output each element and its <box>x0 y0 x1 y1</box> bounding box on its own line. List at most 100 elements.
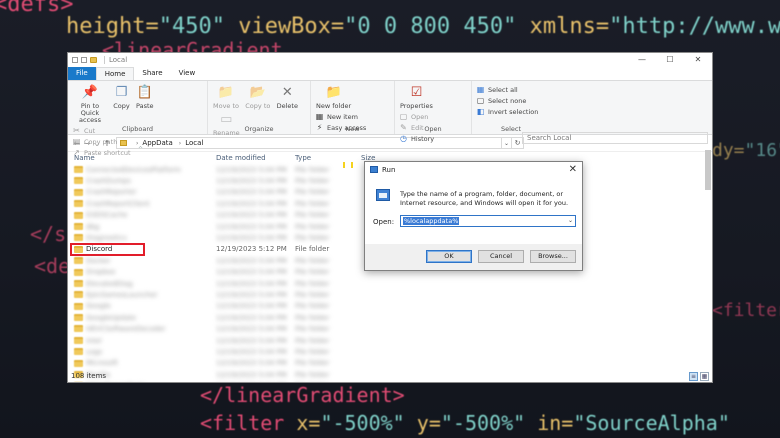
file-row[interactable]: ElevatedDiag 12/19/2023 5:04 PM File folde… <box>72 278 372 289</box>
yellow-marks <box>343 162 359 168</box>
file-row[interactable]: Logs 12/19/2023 5:04 PM File folder <box>72 346 372 357</box>
chevron-down-icon[interactable]: ⌄ <box>568 216 573 226</box>
file-row[interactable]: CrashReportClient 12/19/2023 5:04 PM File … <box>72 198 372 209</box>
clipboard-group: 📌 Pin to Quick access ❐ Copy 📋 Paste ✂ Cu… <box>68 81 208 157</box>
file-type: File folder <box>295 222 330 231</box>
folder-icon <box>74 222 83 230</box>
group-label: Open <box>424 125 442 133</box>
file-date: 12/19/2023 5:04 PM <box>216 359 287 368</box>
delete-button[interactable]: ✕ Delete <box>277 83 298 110</box>
quick-access-check-icon[interactable] <box>81 57 87 63</box>
history-button[interactable]: ◷ History <box>399 133 434 144</box>
select-none-button[interactable]: ▢ Select none <box>476 95 538 106</box>
file-type: File folder <box>295 177 330 186</box>
tab-view[interactable]: View <box>171 67 204 80</box>
select-group: ▦ Select all ▢ Select none ◧ Invert selecti… <box>472 81 550 134</box>
tab-file[interactable]: File <box>68 67 96 80</box>
file-row[interactable]: GoogleUpdate 12/19/2023 5:04 PM File folde… <box>72 312 372 323</box>
yellow-mark <box>351 162 353 168</box>
new-group: 📁 New folder ▦ New item ⚡ Easy access New <box>311 81 395 134</box>
file-row[interactable]: Microsoft 12/19/2023 5:04 PM File folder <box>72 358 372 369</box>
file-row[interactable]: D3DSCache 12/19/2023 5:04 PM File folder <box>72 210 372 221</box>
column-header-type[interactable]: Type <box>295 152 311 164</box>
file-row[interactable]: CrashReporter 12/19/2023 5:04 PM File fold… <box>72 187 372 198</box>
file-type: File folder <box>295 279 330 288</box>
file-row[interactable]: HEVCSoftwareDecoder 12/19/2023 5:04 PM Fil… <box>72 323 372 334</box>
code-line: </linearGradient> <box>200 383 405 407</box>
file-name: Dropbox <box>86 268 116 277</box>
file-row[interactable]: Dropbox 12/19/2023 5:04 PM File folder <box>72 267 372 278</box>
file-name: HEVCSoftwareDecoder <box>86 325 166 334</box>
quick-access-properties-icon[interactable] <box>72 57 78 63</box>
file-type: File folder <box>295 234 330 243</box>
item-count: 108 items <box>71 372 107 380</box>
maximize-button[interactable]: ☐ <box>656 53 684 67</box>
search-input[interactable]: Search Local <box>522 132 708 144</box>
file-type: File folder <box>295 188 330 197</box>
address-dropdown-icon[interactable]: ⌄ <box>502 137 512 149</box>
open-input[interactable]: %localappdata% ⌄ <box>400 215 576 227</box>
folder-icon <box>74 268 83 276</box>
copy-path-button[interactable]: ▤ Copy path <box>72 136 131 147</box>
file-row[interactable]: Google 12/19/2023 5:04 PM File folder <box>72 301 372 312</box>
breadcrumb-appdata[interactable]: AppData <box>142 139 172 147</box>
file-rows: ConnectedDevicesPlatform 12/19/2023 5:04 … <box>70 164 372 382</box>
pin-to-quick-access-button[interactable]: 📌 Pin to Quick access <box>73 83 107 124</box>
folder-icon <box>74 348 83 356</box>
file-row[interactable]: CrashDumps 12/19/2023 5:04 PM File folder <box>72 175 372 186</box>
column-header-date[interactable]: Date modified <box>216 152 266 164</box>
copy-to-button[interactable]: 📂 Copy to <box>245 83 270 110</box>
file-date: 12/19/2023 5:04 PM <box>216 313 287 322</box>
ok-button[interactable]: OK <box>426 250 472 263</box>
paste-button[interactable]: 📋 Paste <box>136 83 154 110</box>
large-icons-view-icon[interactable]: ▦ <box>700 372 709 381</box>
sort-caret-icon: ^ <box>138 146 144 153</box>
file-date: 12/19/2023 5:04 PM <box>216 347 287 356</box>
column-header-name[interactable]: Name <box>74 152 95 164</box>
tab-share[interactable]: Share <box>134 67 170 80</box>
file-name: dbg <box>86 222 100 231</box>
breadcrumb-local[interactable]: Local <box>185 139 203 147</box>
address-bar[interactable]: › AppData › Local <box>116 137 502 149</box>
file-row-discord[interactable]: Discord 12/19/2023 5:12 PM File folder <box>70 242 372 256</box>
file-type: File folder <box>295 290 330 299</box>
file-name: Microsoft <box>86 359 118 368</box>
new-folder-button[interactable]: 📁 New folder <box>316 83 351 110</box>
move-to-button[interactable]: 📁 Move to <box>213 83 239 110</box>
file-date: 12/19/2023 5:04 PM <box>216 256 287 265</box>
vertical-scrollbar[interactable] <box>705 150 711 190</box>
file-row[interactable]: Intel 12/19/2023 5:04 PM File folder <box>72 335 372 346</box>
file-row[interactable]: ConnectedDevicesPlatform 12/19/2023 5:04 … <box>72 164 372 175</box>
open-button[interactable]: ▢ Open <box>399 111 434 122</box>
folder-icon <box>74 200 83 208</box>
file-row[interactable]: EpicGamesLauncher 12/19/2023 5:04 PM File … <box>72 289 372 300</box>
file-type: File folder <box>295 256 330 265</box>
properties-button[interactable]: ☑ Properties <box>400 83 433 110</box>
browse-button[interactable]: Browse... <box>530 250 576 263</box>
folder-icon <box>74 336 83 344</box>
file-row[interactable]: dbg 12/19/2023 5:04 PM File folder <box>72 221 372 232</box>
group-label: Clipboard <box>121 125 154 133</box>
details-view-icon[interactable]: ≡ <box>689 372 698 381</box>
file-type: File folder <box>295 268 330 277</box>
run-description: Type the name of a program, folder, docu… <box>400 190 569 207</box>
ribbon: 📌 Pin to Quick access ❐ Copy 📋 Paste ✂ Cu… <box>68 80 712 157</box>
minimize-button[interactable]: — <box>628 53 656 67</box>
run-title-bar: Run <box>365 162 582 177</box>
folder-icon <box>74 211 83 219</box>
select-all-button[interactable]: ▦ Select all <box>476 84 538 95</box>
folder-icon <box>74 188 83 196</box>
file-row[interactable]: Docker 12/19/2023 5:04 PM File folder <box>72 255 372 266</box>
tab-home[interactable]: Home <box>95 67 135 80</box>
delete-x-icon: ✕ <box>281 85 293 100</box>
close-icon[interactable]: ✕ <box>569 164 577 175</box>
file-name: Google <box>86 302 111 311</box>
invert-selection-button[interactable]: ◧ Invert selection <box>476 106 539 117</box>
select-none-icon: ▢ <box>476 96 485 105</box>
close-button[interactable]: ✕ <box>684 53 712 67</box>
new-item-button[interactable]: ▦ New item <box>315 111 366 122</box>
copy-button[interactable]: ❐ Copy <box>113 83 130 110</box>
file-date: 12/19/2023 5:12 PM <box>216 245 287 254</box>
cancel-button[interactable]: Cancel <box>478 250 524 263</box>
file-date: 12/19/2023 5:04 PM <box>216 165 287 174</box>
